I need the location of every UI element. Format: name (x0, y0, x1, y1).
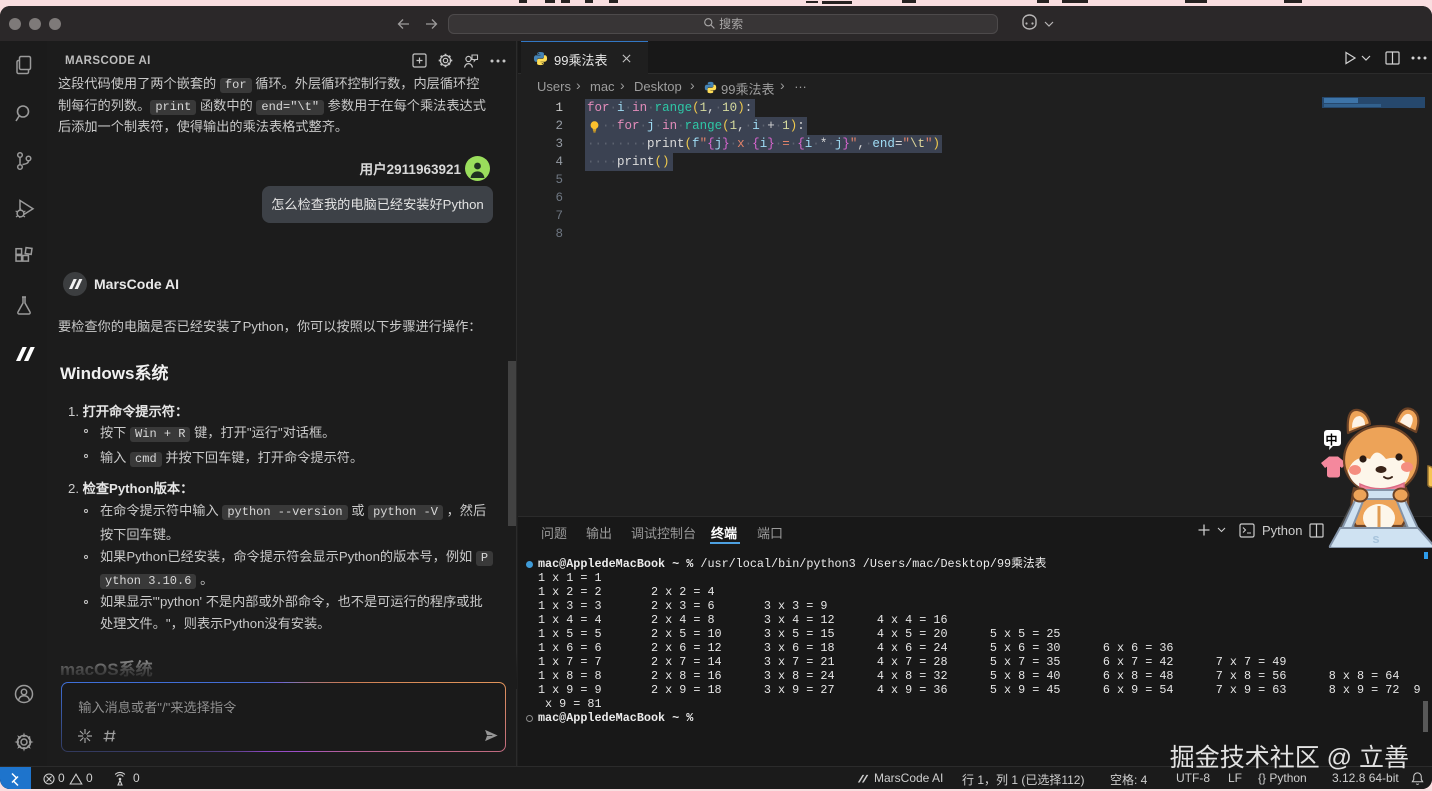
svg-text:s: s (1372, 531, 1379, 546)
svg-text:中: 中 (1325, 432, 1337, 447)
